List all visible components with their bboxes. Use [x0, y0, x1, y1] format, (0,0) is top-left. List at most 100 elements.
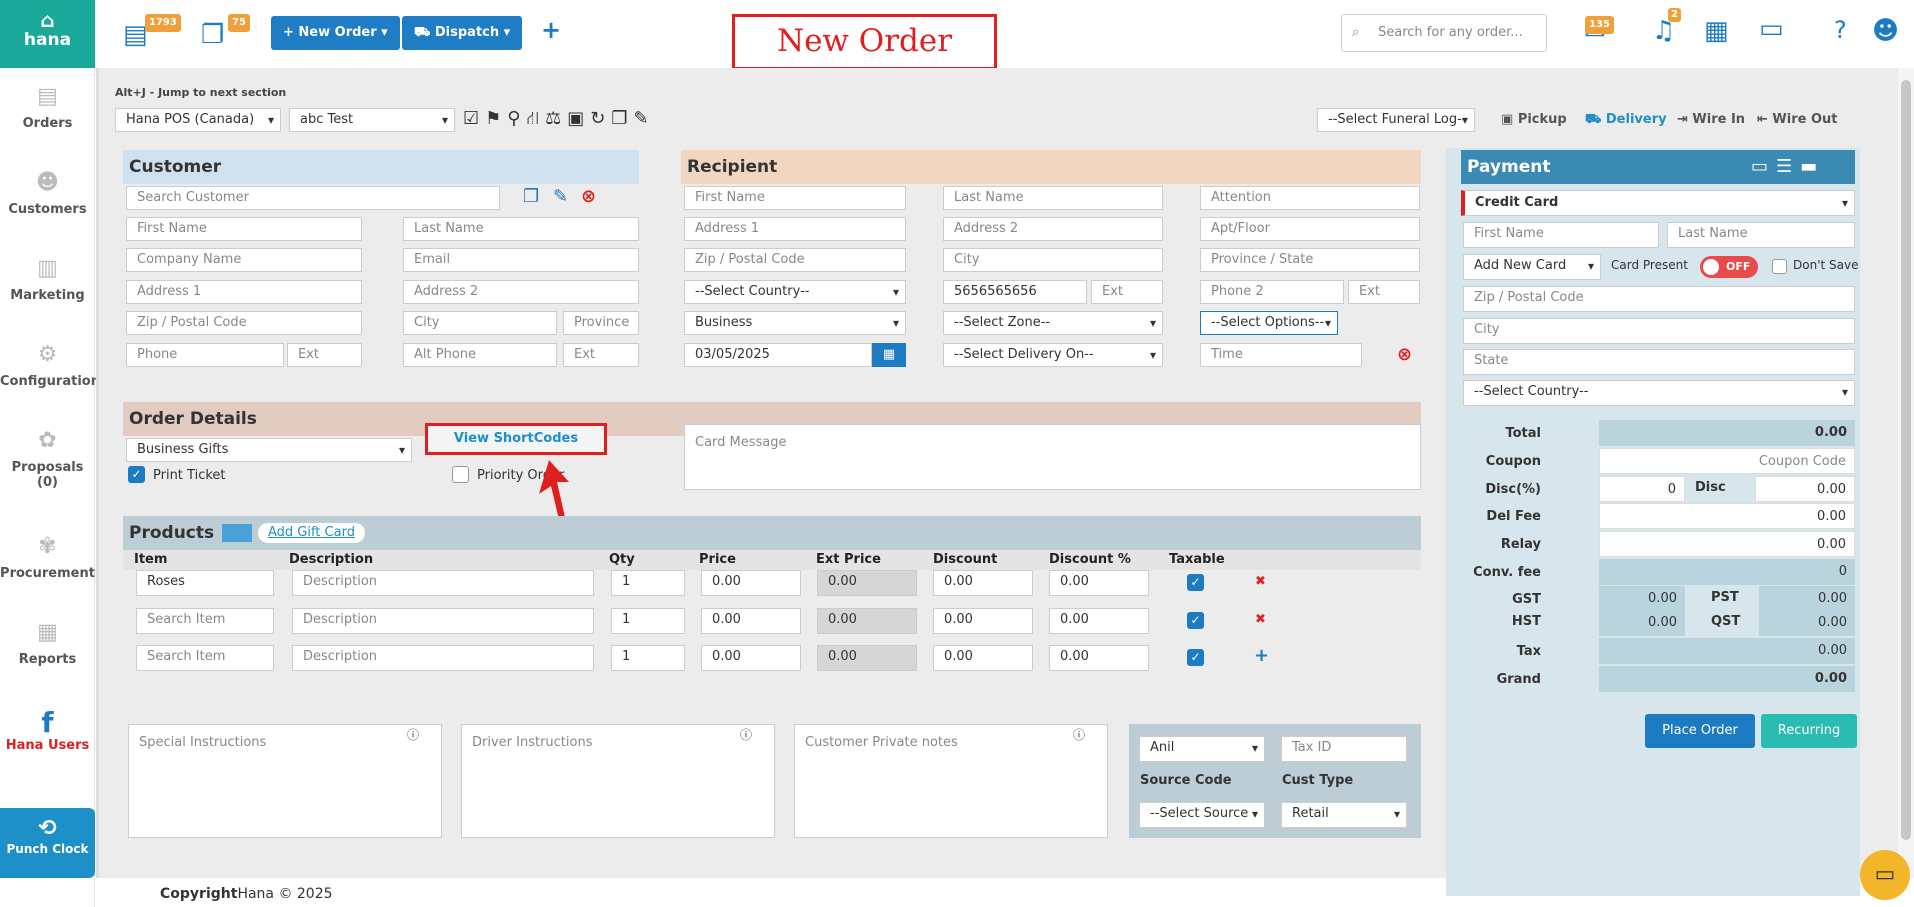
card-country-select[interactable]: --Select Country--	[1463, 380, 1855, 406]
customer-last-name[interactable]: Last Name	[403, 217, 639, 241]
customer-address2[interactable]: Address 2	[403, 280, 639, 304]
item-input[interactable]: Search Item	[136, 645, 274, 671]
card-message-input[interactable]: Card Message	[684, 424, 1421, 490]
print-ticket-checkbox[interactable]: ✓	[128, 466, 145, 483]
recipient-city[interactable]: City	[943, 248, 1163, 272]
employee-select[interactable]: Anil	[1139, 736, 1265, 762]
credit-card-icon[interactable]: ▬	[1800, 156, 1825, 177]
cust-type-select[interactable]: Retail	[1281, 802, 1407, 828]
sidebar-item-marketing[interactable]: ▥ Marketing	[0, 256, 95, 303]
description-input[interactable]: Description	[292, 570, 594, 596]
remove-row-icon[interactable]: ✖	[1255, 612, 1266, 627]
coupon-input[interactable]: Coupon Code	[1599, 448, 1855, 474]
recipient-country-select[interactable]: --Select Country--	[684, 280, 906, 304]
relay-input[interactable]: 0.00	[1599, 531, 1855, 557]
funeral-log-select[interactable]: --Select Funeral Log--	[1317, 108, 1475, 132]
discount-input[interactable]: 0.00	[933, 645, 1033, 671]
cash-icon[interactable]: ▭	[1751, 156, 1776, 177]
monitor-icon[interactable]: ▭	[1759, 14, 1784, 44]
taxable-checkbox[interactable]: ✓	[1187, 574, 1204, 591]
calendar-icon[interactable]: ▦	[1704, 16, 1729, 46]
recipient-type-select[interactable]: Business	[684, 311, 906, 335]
delivery-tab[interactable]: ⛟ Delivery	[1585, 112, 1667, 129]
discount-input[interactable]: 0.00	[933, 570, 1033, 596]
recipient-last-name[interactable]: Last Name	[943, 186, 1163, 210]
discount-pct-input[interactable]: 0.00	[1049, 645, 1149, 671]
delivery-date[interactable]: 03/05/2025	[684, 343, 872, 367]
discount-pct-input[interactable]: 0.00	[1049, 608, 1149, 634]
qty-input[interactable]: 1	[611, 645, 685, 671]
customer-alt-ext[interactable]: Ext	[563, 343, 639, 367]
item-input[interactable]: Search Item	[136, 608, 274, 634]
sidebar-item-procurement[interactable]: ✾ Procurement	[0, 534, 95, 581]
save-icon[interactable]: ▣	[567, 108, 590, 129]
copy-icon[interactable]: ❐	[523, 186, 539, 207]
options-select[interactable]: --Select Options--	[1200, 311, 1338, 335]
sidebar-item-customers[interactable]: ☻ Customers	[0, 170, 95, 217]
pickup-tab[interactable]: ▣ Pickup	[1501, 112, 1567, 127]
delivery-on-select[interactable]: --Select Delivery On--	[943, 343, 1163, 367]
card-last-name[interactable]: Last Name	[1667, 222, 1855, 248]
card-zip[interactable]: Zip / Postal Code	[1463, 286, 1855, 312]
scrollbar-thumb[interactable]	[1901, 80, 1911, 840]
clear-time-icon[interactable]: ⊗	[1397, 344, 1412, 365]
discount-input[interactable]: 0.00	[933, 608, 1033, 634]
recipient-address1[interactable]: Address 1	[684, 217, 906, 241]
refresh-icon[interactable]: ↻	[590, 108, 611, 129]
item-input[interactable]: Roses	[136, 570, 274, 596]
recipient-address2[interactable]: Address 2	[943, 217, 1163, 241]
card-first-name[interactable]: First Name	[1463, 222, 1659, 248]
card-present-toggle[interactable]: OFF	[1700, 256, 1758, 278]
customer-first-name[interactable]: First Name	[126, 217, 362, 241]
calendar-icon[interactable]: ▦	[872, 343, 906, 367]
user-select[interactable]: abc Test	[289, 108, 455, 132]
vertical-scrollbar[interactable]	[1898, 68, 1914, 878]
view-shortcodes-button[interactable]: View ShortCodes	[425, 423, 607, 455]
remove-row-icon[interactable]: ✖	[1255, 574, 1266, 589]
card-city[interactable]: City	[1463, 318, 1855, 344]
sidebar-item-proposals[interactable]: ✿ Proposals (0)	[0, 428, 95, 490]
qty-input[interactable]: 1	[611, 570, 685, 596]
discount-pct-input[interactable]: 0.00	[1049, 570, 1149, 596]
qty-input[interactable]: 1	[611, 608, 685, 634]
wire-in-tab[interactable]: ⇥ Wire In	[1677, 112, 1745, 127]
delivery-time[interactable]: Time	[1200, 343, 1362, 367]
recipient-phone2[interactable]: Phone 2	[1200, 280, 1344, 304]
price-input[interactable]: 0.00	[701, 570, 801, 596]
punch-clock-button[interactable]: ⟲ Punch Clock	[0, 808, 95, 878]
recipient-ext[interactable]: Ext	[1091, 280, 1163, 304]
priority-order-checkbox[interactable]	[452, 466, 469, 483]
del-fee-input[interactable]: 0.00	[1599, 503, 1855, 529]
recipient-ext2[interactable]: Ext	[1348, 280, 1420, 304]
description-input[interactable]: Description	[292, 645, 594, 671]
customer-email[interactable]: Email	[403, 248, 639, 272]
customer-company[interactable]: Company Name	[126, 248, 362, 272]
dont-save-checkbox[interactable]	[1772, 259, 1787, 274]
wire-out-tab[interactable]: ⇤ Wire Out	[1757, 112, 1838, 127]
edit-icon[interactable]: ✎	[553, 186, 568, 207]
description-input[interactable]: Description	[292, 608, 594, 634]
road-icon[interactable]: ⛙	[526, 108, 545, 129]
map-pin-icon[interactable]: ⚲	[507, 108, 526, 129]
customer-zip[interactable]: Zip / Postal Code	[126, 311, 362, 335]
sidebar-item-configuration[interactable]: ⚙ Configuration	[0, 342, 100, 389]
sidebar-item-reports[interactable]: ▦ Reports	[0, 620, 95, 667]
recipient-phone[interactable]: 5656565656	[943, 280, 1087, 304]
add-row-icon[interactable]: +	[1254, 645, 1269, 666]
store-select[interactable]: Hana POS (Canada)	[115, 108, 281, 132]
basket-icon[interactable]: ⚖	[545, 108, 567, 129]
place-order-button[interactable]: Place Order	[1645, 714, 1755, 748]
clear-icon[interactable]: ⊗	[581, 186, 596, 207]
recurring-button[interactable]: Recurring	[1761, 714, 1857, 748]
customer-city[interactable]: City	[403, 311, 557, 335]
recipient-attention[interactable]: Attention	[1200, 186, 1420, 210]
customer-province[interactable]: Province	[563, 311, 639, 335]
occasion-select[interactable]: Business Gifts	[126, 438, 412, 462]
taxable-checkbox[interactable]: ✓	[1187, 649, 1204, 666]
recipient-apt[interactable]: Apt/Floor	[1200, 217, 1420, 241]
orders-stack-icon[interactable]: ▤	[123, 20, 148, 50]
customer-address1[interactable]: Address 1	[126, 280, 362, 304]
source-code-select[interactable]: --Select Source	[1139, 802, 1265, 828]
card-state[interactable]: State	[1463, 349, 1855, 375]
wrench-icon[interactable]: ✎	[634, 108, 655, 129]
